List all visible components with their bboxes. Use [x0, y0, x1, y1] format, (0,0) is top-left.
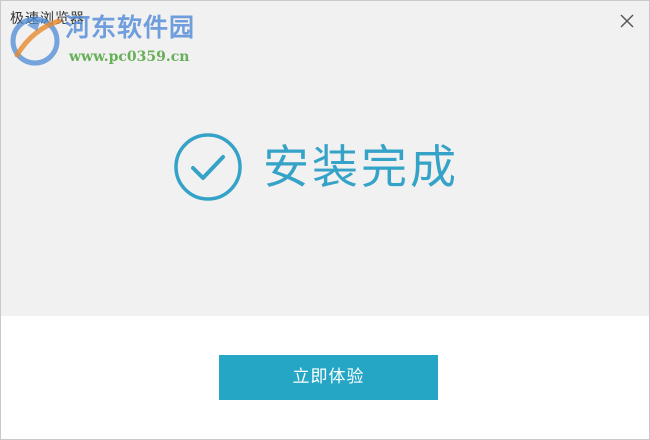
status-text: 安装完成	[263, 140, 459, 194]
watermark-logo-icon	[7, 11, 65, 69]
watermark: 河东软件园 www.pc0359.cn	[5, 5, 245, 71]
checkmark-circle-icon	[173, 132, 243, 202]
close-icon	[619, 13, 635, 29]
install-status: 安装完成	[173, 132, 459, 202]
watermark-name: 河东软件园	[65, 13, 196, 42]
close-button[interactable]	[619, 13, 635, 29]
try-now-button[interactable]: 立即体验	[219, 355, 438, 400]
installer-window: 极速浏览器 河东软件园 www.pc0359.cn 安装完成 立即体验	[0, 0, 650, 440]
watermark-url: www.pc0359.cn	[69, 49, 190, 65]
